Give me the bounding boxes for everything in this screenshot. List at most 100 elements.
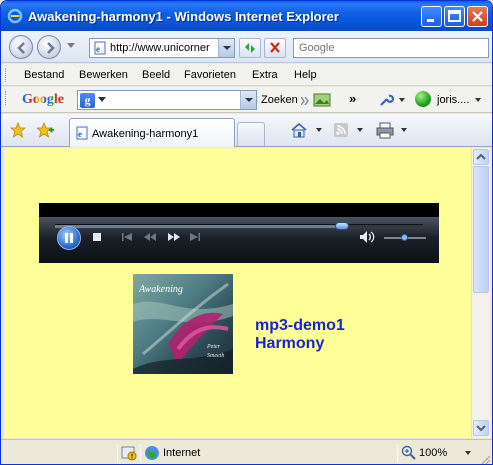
svg-text:e: e (96, 44, 100, 54)
address-bar[interactable]: e http://www.unicorner (89, 38, 235, 58)
close-button[interactable] (467, 6, 488, 27)
user-name[interactable]: joris.... (437, 94, 469, 106)
zoom-level[interactable]: 100% (419, 447, 447, 459)
status-separator (397, 444, 398, 462)
previous-track-icon[interactable] (121, 232, 133, 242)
page-icon: e (94, 41, 106, 55)
zoom-dropdown-icon[interactable] (465, 451, 471, 455)
arrow-left-icon (17, 42, 25, 54)
rewind-icon[interactable] (143, 232, 157, 242)
ie-logo-icon (7, 8, 23, 24)
page-content: Awakening Peter Smeeth mp3-demo1 Harmony (5, 148, 471, 438)
scroll-down-button[interactable] (473, 420, 489, 436)
user-dropdown-icon[interactable] (475, 98, 481, 102)
menu-help[interactable]: Help (294, 69, 317, 81)
window-title: Awakening-harmony1 - Windows Internet Ex… (28, 9, 339, 24)
search-input[interactable] (294, 39, 484, 57)
google-logo-text: Google (22, 92, 64, 107)
google-search-button[interactable]: Zoeken (261, 94, 298, 106)
stop-button[interactable] (264, 38, 286, 58)
chevron-down-icon (245, 98, 253, 102)
title-bar[interactable]: Awakening-harmony1 - Windows Internet Ex… (1, 1, 492, 31)
globe-icon (144, 445, 160, 464)
arrows-icon[interactable] (300, 96, 311, 108)
tab-label: Awakening-harmony1 (92, 128, 199, 140)
album-cover: Awakening Peter Smeeth (133, 274, 233, 374)
g-dropdown-icon (98, 97, 106, 102)
scroll-up-button[interactable] (473, 149, 489, 165)
feed-dropdown-icon[interactable] (357, 128, 363, 132)
google-toolbar: Google g Zoeken » joris.... (1, 87, 492, 113)
minimize-button[interactable] (421, 6, 442, 27)
address-input[interactable]: http://www.unicorner (110, 42, 214, 54)
chevron-up-icon (476, 153, 486, 160)
menu-bar: Bestand Bewerken Beeld Favorieten Extra … (1, 64, 492, 86)
security-zone-label[interactable]: Internet (163, 447, 200, 459)
new-tab-button[interactable] (237, 122, 265, 146)
forward-button[interactable] (37, 35, 61, 59)
fast-forward-icon[interactable] (167, 232, 181, 242)
google-search-dropdown[interactable] (240, 91, 256, 109)
google-search-box[interactable]: g (77, 90, 257, 110)
rss-feed-icon[interactable] (333, 122, 349, 141)
chevron-down-icon (223, 46, 231, 50)
favorites-star-icon[interactable] (9, 121, 27, 141)
refresh-icon (245, 43, 255, 53)
tab-row: e Awakening-harmony1 (1, 114, 492, 147)
home-icon[interactable] (290, 121, 308, 142)
arrow-right-icon (47, 42, 55, 54)
address-dropdown[interactable] (218, 39, 234, 57)
menu-beeld[interactable]: Beeld (142, 69, 170, 81)
track-subtitle: Harmony (255, 335, 325, 352)
status-bar: Internet 100% (1, 439, 492, 464)
menu-extra[interactable]: Extra (252, 69, 278, 81)
seek-progress (55, 225, 343, 228)
print-icon[interactable] (375, 121, 395, 142)
back-button[interactable] (9, 35, 33, 59)
home-dropdown-icon[interactable] (316, 128, 322, 132)
menu-bestand[interactable]: Bestand (24, 69, 64, 81)
scroll-thumb[interactable] (473, 166, 489, 293)
page-icon: e (76, 126, 88, 140)
live-search-box[interactable] (293, 38, 489, 58)
add-favorite-icon[interactable] (35, 121, 55, 141)
volume-thumb[interactable] (401, 234, 408, 241)
chevron-down-icon (476, 425, 486, 432)
seek-thumb[interactable] (335, 222, 350, 230)
album-title: Awakening (139, 284, 183, 295)
google-g-icon: g (80, 93, 95, 108)
pause-button[interactable] (57, 226, 81, 250)
wrench-dropdown-icon[interactable] (399, 98, 405, 102)
image-search-icon[interactable] (313, 92, 331, 111)
status-separator (117, 444, 118, 462)
navigation-bar: e http://www.unicorner (1, 31, 492, 63)
security-warning-icon[interactable] (121, 445, 137, 464)
google-logo[interactable]: Google (22, 92, 64, 108)
album-artist-first: Peter (207, 344, 220, 350)
pause-icon (65, 233, 73, 243)
album-artist-last: Smeeth (207, 353, 225, 359)
svg-text:e: e (78, 129, 82, 139)
volume-icon[interactable] (359, 230, 375, 244)
wrench-icon[interactable] (377, 91, 395, 112)
toolbar-grip (5, 91, 8, 105)
stop-playback-icon[interactable] (92, 232, 102, 242)
history-dropdown-icon[interactable] (67, 43, 75, 49)
tab-awakening-harmony1[interactable]: e Awakening-harmony1 (69, 118, 235, 147)
refresh-button[interactable] (239, 38, 261, 58)
next-track-icon[interactable] (189, 232, 201, 242)
more-chevron-icon[interactable]: » (349, 91, 356, 106)
resize-grip-icon[interactable] (479, 453, 491, 464)
video-area (39, 203, 439, 217)
stop-icon (270, 42, 280, 53)
menu-favorieten[interactable]: Favorieten (184, 69, 236, 81)
status-separator (140, 444, 141, 462)
maximize-button[interactable] (444, 6, 465, 27)
zoom-icon[interactable] (401, 445, 417, 464)
print-dropdown-icon[interactable] (401, 128, 407, 132)
media-player[interactable] (39, 203, 439, 263)
vertical-scrollbar[interactable] (471, 148, 490, 438)
menu-bewerken[interactable]: Bewerken (79, 69, 128, 81)
user-status-icon (415, 91, 431, 107)
seek-bar[interactable] (55, 222, 423, 230)
